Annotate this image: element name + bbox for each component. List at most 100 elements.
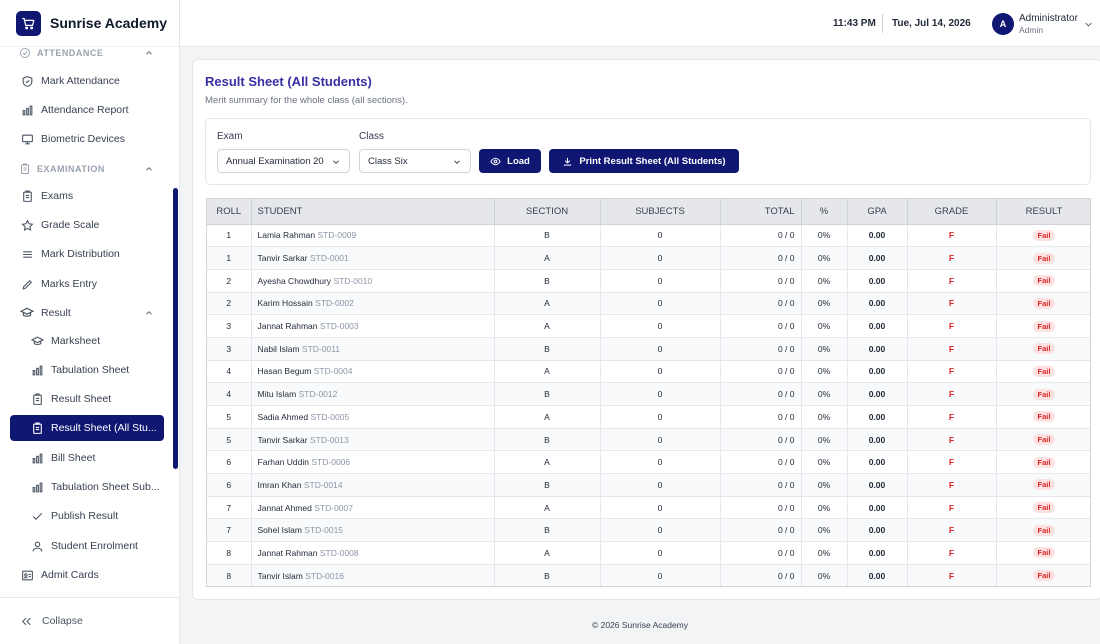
- exam-select[interactable]: Annual Examination 20: [217, 149, 350, 173]
- cell-gpa: 0.00: [847, 473, 908, 497]
- student-id: STD-0011: [301, 343, 341, 354]
- header-total[interactable]: TOTAL: [720, 199, 802, 225]
- sidebar-item-grade-scale[interactable]: Grade Scale: [10, 212, 164, 238]
- header-result[interactable]: RESULT: [996, 199, 1090, 225]
- header-gpa[interactable]: GPA: [847, 199, 908, 225]
- table-row[interactable]: 5 Sadia Ahmed STD-0005 A 0 0 / 0 0% 0.00 F Fail: [207, 405, 1090, 429]
- check-icon: [30, 509, 44, 523]
- table-row[interactable]: 8 Jannat Rahman STD-0008 A 0 0 / 0 0% 0.00 F Fai…: [207, 541, 1090, 565]
- cell-result: Fail: [996, 269, 1090, 293]
- print-button-label: Print Result Sheet (All Students): [579, 155, 726, 167]
- brand[interactable]: Sunrise Academy: [0, 0, 179, 47]
- sidebar-item-label: Exams: [41, 190, 74, 202]
- result-table-container: ROLL STUDENT SECTION SUBJECTS TOTAL % GP…: [206, 198, 1091, 587]
- sidebar-nav: ATTENDANCE Mark Attendance Attendance Re…: [0, 47, 180, 597]
- sidebar-item-bill-sheet[interactable]: Bill Sheet: [10, 445, 164, 471]
- cell-result: Fail: [996, 382, 1090, 406]
- sidebar-item-marks-entry[interactable]: Marks Entry: [10, 271, 164, 297]
- sidebar-item-tabulation-sheet-sub[interactable]: Tabulation Sheet Sub...: [10, 474, 164, 500]
- list-icon: [20, 247, 34, 261]
- cell-subjects: 0: [600, 269, 721, 293]
- cell-student: Sohel Islam STD-0015: [251, 518, 495, 543]
- exam-label: Exam: [217, 131, 243, 142]
- table-row[interactable]: 8 Tanvir Islam STD-0016 B 0 0 / 0 0% 0.00 F Fail: [207, 564, 1090, 586]
- header-student[interactable]: STUDENT: [251, 199, 495, 225]
- cell-total: 0 / 0: [720, 473, 802, 497]
- sidebar-item-tabulation-sheet[interactable]: Tabulation Sheet: [10, 357, 164, 383]
- sidebar-item-exams[interactable]: Exams: [10, 183, 164, 209]
- result-table: ROLL STUDENT SECTION SUBJECTS TOTAL % GP…: [207, 199, 1090, 586]
- sidebar-item-result-sheet-all-students[interactable]: Result Sheet (All Stu...: [10, 415, 164, 441]
- sidebar-item-biometric-devices[interactable]: Biometric Devices: [10, 126, 164, 152]
- clipboard-icon: [20, 189, 34, 203]
- cell-percent: 0%: [801, 337, 848, 361]
- print-result-sheet-button[interactable]: Print Result Sheet (All Students): [549, 149, 739, 173]
- cell-grade: F: [907, 314, 997, 338]
- cell-grade: F: [907, 224, 997, 248]
- cell-total: 0 / 0: [720, 314, 802, 338]
- avatar[interactable]: A: [992, 13, 1014, 35]
- chevron-up-icon: [144, 48, 154, 58]
- sidebar-item-admit-cards[interactable]: Admit Cards: [10, 562, 164, 588]
- cell-student: Lamia Rahman STD-0009: [251, 224, 495, 248]
- sidebar-item-student-enrolment[interactable]: Student Enrolment: [10, 533, 164, 559]
- table-row[interactable]: 7 Jannat Ahmed STD-0007 A 0 0 / 0 0% 0.00 F Fail: [207, 496, 1090, 520]
- chevron-down-icon: [331, 157, 341, 167]
- sidebar-item-result[interactable]: Result: [10, 300, 164, 326]
- sidebar-item-mark-attendance[interactable]: Mark Attendance: [10, 68, 164, 94]
- collapse-button[interactable]: Collapse: [0, 597, 180, 644]
- header-subjects[interactable]: SUBJECTS: [600, 199, 721, 225]
- header-grade[interactable]: GRADE: [907, 199, 997, 225]
- table-row[interactable]: 6 Farhan Uddin STD-0006 A 0 0 / 0 0% 0.00 F Fail: [207, 450, 1090, 475]
- cell-section: A: [494, 496, 601, 520]
- page-title: Result Sheet (All Students): [205, 74, 372, 89]
- cell-section: B: [494, 224, 601, 248]
- table-row[interactable]: 4 Hasan Begum STD-0004 A 0 0 / 0 0% 0.00 F Fail: [207, 360, 1090, 384]
- header-section[interactable]: SECTION: [494, 199, 601, 225]
- download-icon: [562, 156, 573, 167]
- student-name: Sohel Islam: [257, 525, 302, 536]
- table-row[interactable]: 2 Ayesha Chowdhury STD-0010 B 0 0 / 0 0% 0.00 F…: [207, 269, 1090, 293]
- sidebar-item-label: Tabulation Sheet: [51, 364, 130, 376]
- sidebar-item-marksheet[interactable]: Marksheet: [10, 328, 164, 354]
- user-icon: [30, 539, 44, 553]
- load-button[interactable]: Load: [479, 149, 541, 173]
- cell-student: Farhan Uddin STD-0006: [251, 450, 495, 475]
- table-row[interactable]: 5 Tanvir Sarkar STD-0013 B 0 0 / 0 0% 0.00 F Fai…: [207, 428, 1090, 452]
- chevron-down-icon[interactable]: [1083, 19, 1094, 30]
- section-examination[interactable]: EXAMINATION: [10, 159, 164, 179]
- cell-result: Fail: [996, 450, 1090, 475]
- cell-total: 0 / 0: [720, 360, 802, 384]
- user-name[interactable]: Administrator: [1019, 13, 1078, 24]
- cell-grade: F: [907, 473, 997, 497]
- cell-roll: 1: [207, 246, 252, 270]
- cell-percent: 0%: [801, 496, 848, 520]
- cell-section: B: [494, 428, 601, 452]
- student-name: Karim Hossain: [257, 298, 313, 309]
- sidebar-item-result-sheet[interactable]: Result Sheet: [10, 386, 164, 412]
- table-row[interactable]: 7 Sohel Islam STD-0015 B 0 0 / 0 0% 0.00 F Fail: [207, 518, 1090, 543]
- table-row[interactable]: 2 Karim Hossain STD-0002 A 0 0 / 0 0% 0.00 F Fai…: [207, 292, 1090, 316]
- header-percent[interactable]: %: [801, 199, 848, 225]
- class-select[interactable]: Class Six: [359, 149, 471, 173]
- bar-chart-icon: [30, 480, 44, 494]
- sidebar-item-publish-result[interactable]: Publish Result: [10, 503, 164, 529]
- table-row[interactable]: 1 Lamia Rahman STD-0009 B 0 0 / 0 0% 0.00 F Fail: [207, 224, 1090, 248]
- table-row[interactable]: 3 Jannat Rahman STD-0003 A 0 0 / 0 0% 0.00 F Fai…: [207, 314, 1090, 338]
- sidebar-item-mark-distribution[interactable]: Mark Distribution: [10, 241, 164, 267]
- cell-total: 0 / 0: [720, 269, 802, 293]
- table-row[interactable]: 3 Nabil Islam STD-0011 B 0 0 / 0 0% 0.00 F Fail: [207, 337, 1090, 361]
- student-name: Tanvir Sarkar: [257, 253, 308, 264]
- cell-result: Fail: [996, 337, 1090, 361]
- table-row[interactable]: 1 Tanvir Sarkar STD-0001 A 0 0 / 0 0% 0.00 F Fai…: [207, 246, 1090, 270]
- sidebar-item-attendance-report[interactable]: Attendance Report: [10, 97, 164, 123]
- student-id: STD-0015: [304, 525, 344, 536]
- cell-gpa: 0.00: [847, 314, 908, 338]
- section-attendance[interactable]: ATTENDANCE: [10, 47, 164, 63]
- sidebar-scrollbar[interactable]: [173, 188, 178, 469]
- header-roll[interactable]: ROLL: [207, 199, 252, 225]
- table-row[interactable]: 6 Imran Khan STD-0014 B 0 0 / 0 0% 0.00 F Fail: [207, 473, 1090, 497]
- table-row[interactable]: 4 Mitu Islam STD-0012 B 0 0 / 0 0% 0.00 F Fail: [207, 382, 1090, 406]
- cell-result: Fail: [996, 360, 1090, 384]
- sidebar-item-label: Mark Distribution: [41, 248, 120, 260]
